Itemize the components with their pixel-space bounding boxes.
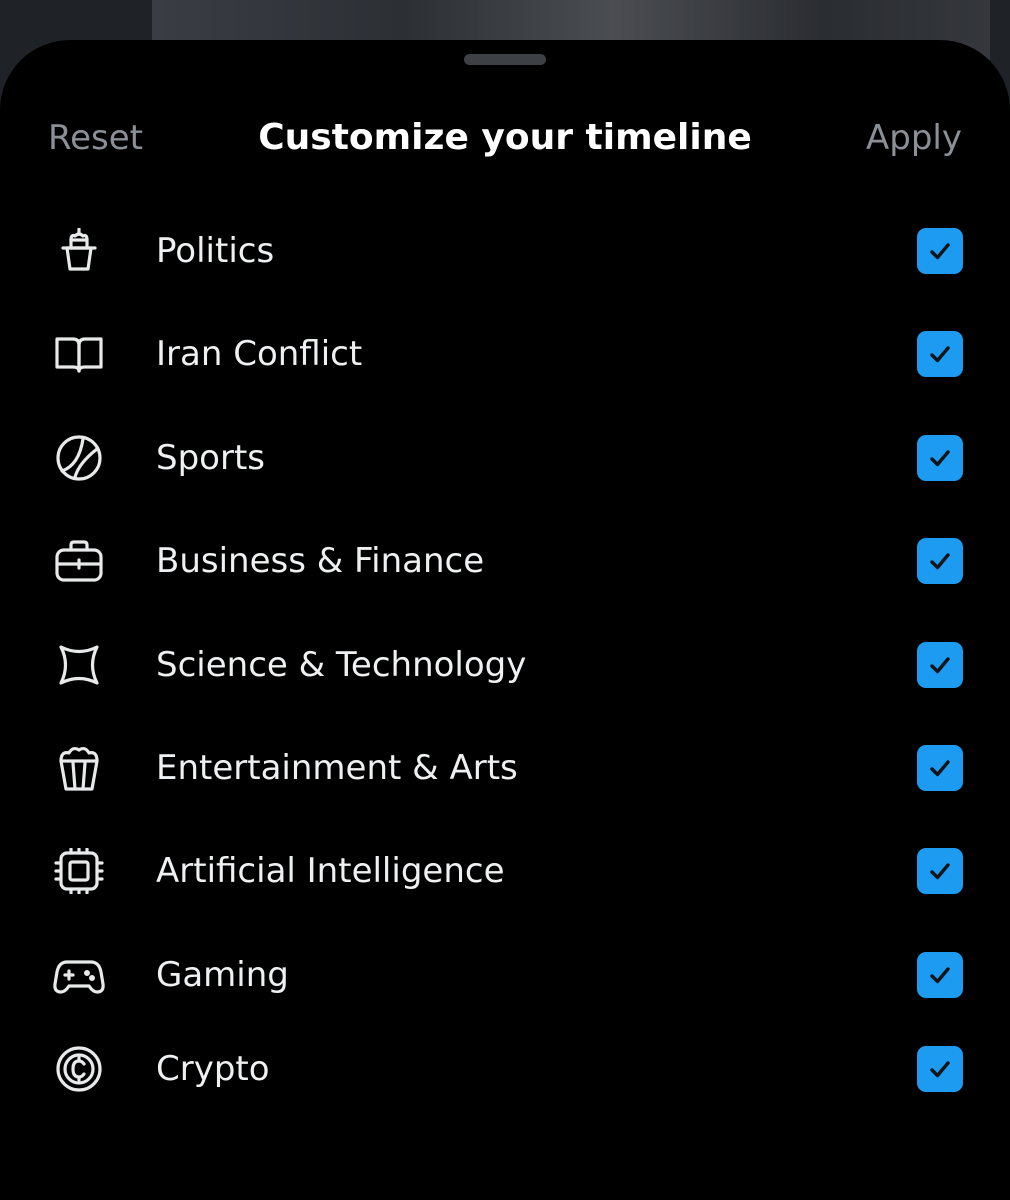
coin-icon [53, 1046, 105, 1092]
topic-checkbox-science-technology[interactable] [917, 642, 963, 688]
book-icon [53, 331, 105, 377]
topic-row-science-technology[interactable]: Science & Technology [0, 620, 1010, 710]
ball-icon [53, 435, 105, 481]
sheet-title: Customize your timeline [258, 117, 752, 158]
topic-checkbox-iran-conflict[interactable] [917, 331, 963, 377]
topic-row-artificial-intelligence[interactable]: Artificial Intelligence [0, 826, 1010, 916]
topic-row-entertainment-arts[interactable]: Entertainment & Arts [0, 723, 1010, 813]
sheet-grabber-handle[interactable] [464, 54, 546, 65]
capitol-icon [53, 228, 105, 274]
gamepad-icon [53, 952, 105, 998]
topic-checkbox-business-finance[interactable] [917, 538, 963, 584]
popcorn-icon [53, 745, 105, 791]
topic-row-iran-conflict[interactable]: Iran Conflict [0, 309, 1010, 399]
topic-checkbox-sports[interactable] [917, 435, 963, 481]
topic-row-business-finance[interactable]: Business & Finance [0, 516, 1010, 606]
topic-row-crypto[interactable]: Crypto [0, 1024, 1010, 1114]
topic-checkbox-gaming[interactable] [917, 952, 963, 998]
topic-row-gaming[interactable]: Gaming [0, 930, 1010, 1020]
topic-label: Entertainment & Arts [156, 748, 518, 788]
apply-button[interactable]: Apply [866, 116, 962, 160]
topic-label: Crypto [156, 1049, 270, 1089]
topic-label: Iran Conflict [156, 334, 363, 374]
chip-icon [53, 848, 105, 894]
topic-row-politics[interactable]: Politics [0, 206, 1010, 296]
topic-label: Sports [156, 438, 265, 478]
topic-label: Science & Technology [156, 645, 527, 685]
topic-label: Gaming [156, 955, 289, 995]
topic-row-sports[interactable]: Sports [0, 413, 1010, 503]
topic-label: Politics [156, 231, 275, 271]
topic-checkbox-politics[interactable] [917, 228, 963, 274]
topic-label: Artificial Intelligence [156, 851, 505, 891]
atom-icon [53, 642, 105, 688]
topic-label: Business & Finance [156, 541, 485, 581]
topic-checkbox-entertainment-arts[interactable] [917, 745, 963, 791]
topic-checkbox-crypto[interactable] [917, 1046, 963, 1092]
topic-checkbox-artificial-intelligence[interactable] [917, 848, 963, 894]
briefcase-icon [53, 538, 105, 584]
